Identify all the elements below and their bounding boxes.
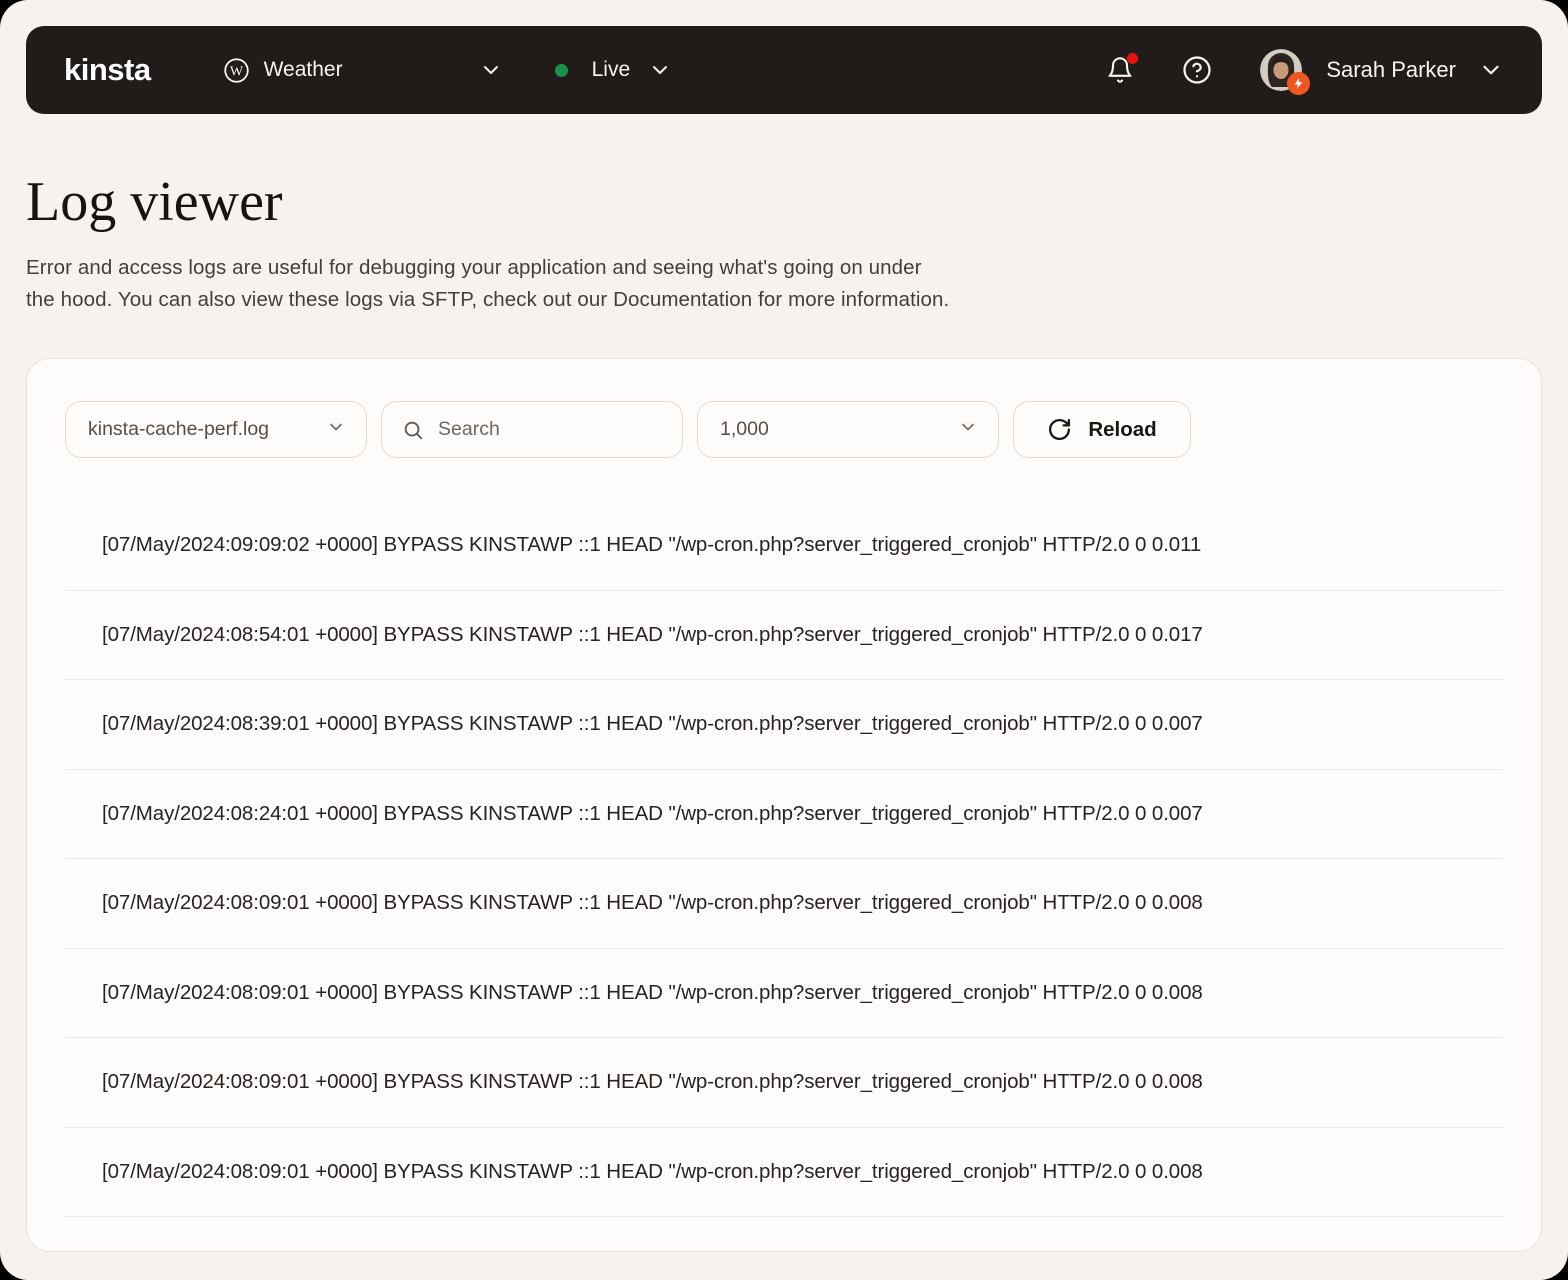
notification-badge-dot (1127, 53, 1138, 64)
page-title: Log viewer (26, 170, 283, 234)
chevron-down-icon (1478, 57, 1504, 83)
top-navbar: kinsta W Weather Live (26, 26, 1542, 114)
page-background: kinsta W Weather Live (0, 0, 1568, 1280)
log-row[interactable]: [07/May/2024:08:54:01 +0000] BYPASS KINS… (65, 591, 1503, 681)
log-list: [07/May/2024:09:09:02 +0000] BYPASS KINS… (65, 501, 1503, 1217)
log-row[interactable]: [07/May/2024:08:09:01 +0000] BYPASS KINS… (65, 1128, 1503, 1218)
search-icon (402, 419, 424, 441)
log-row[interactable]: [07/May/2024:09:09:02 +0000] BYPASS KINS… (65, 501, 1503, 591)
wordpress-icon: W (223, 57, 250, 84)
page-description: Error and access logs are useful for deb… (26, 252, 949, 316)
environment-selector-dropdown[interactable]: Live (555, 58, 673, 82)
log-line: [07/May/2024:08:24:01 +0000] BYPASS KINS… (102, 802, 1203, 826)
log-line: [07/May/2024:09:09:02 +0000] BYPASS KINS… (102, 533, 1201, 557)
chevron-down-icon (326, 417, 346, 443)
search-input[interactable] (438, 418, 664, 441)
log-line: [07/May/2024:08:09:01 +0000] BYPASS KINS… (102, 1160, 1203, 1184)
line-count-select[interactable]: 1,000 (697, 401, 999, 458)
log-line: [07/May/2024:08:09:01 +0000] BYPASS KINS… (102, 981, 1203, 1005)
log-file-select-value: kinsta-cache-perf.log (88, 418, 326, 441)
log-line: [07/May/2024:08:54:01 +0000] BYPASS KINS… (102, 623, 1203, 647)
log-line: [07/May/2024:08:09:01 +0000] BYPASS KINS… (102, 1070, 1203, 1094)
lightning-badge-icon (1287, 72, 1310, 95)
help-icon (1182, 55, 1212, 85)
chevron-down-icon (479, 58, 503, 82)
log-file-select[interactable]: kinsta-cache-perf.log (65, 401, 367, 458)
log-row[interactable]: [07/May/2024:08:39:01 +0000] BYPASS KINS… (65, 680, 1503, 770)
kinsta-logo[interactable]: kinsta (64, 52, 151, 88)
chevron-down-icon (648, 58, 672, 82)
line-count-select-value: 1,000 (720, 418, 958, 441)
site-selector-label: Weather (264, 58, 479, 82)
log-row[interactable]: [07/May/2024:08:09:01 +0000] BYPASS KINS… (65, 1038, 1503, 1128)
log-row[interactable]: [07/May/2024:08:09:01 +0000] BYPASS KINS… (65, 949, 1503, 1039)
log-controls: kinsta-cache-perf.log 1,000 (65, 401, 1503, 458)
site-selector-dropdown[interactable]: W Weather (223, 57, 503, 84)
live-status-dot (555, 64, 568, 77)
page-description-line1: Error and access logs are useful for deb… (26, 256, 922, 279)
svg-text:W: W (229, 63, 243, 79)
avatar (1260, 49, 1302, 91)
chevron-down-icon (958, 417, 978, 443)
page-description-line2: the hood. You can also view these logs v… (26, 288, 949, 311)
user-menu[interactable]: Sarah Parker (1260, 49, 1504, 91)
notifications-button[interactable] (1106, 56, 1134, 84)
log-viewer-card: kinsta-cache-perf.log 1,000 (26, 358, 1542, 1252)
reload-icon (1047, 417, 1072, 442)
log-row[interactable]: [07/May/2024:08:09:01 +0000] BYPASS KINS… (65, 859, 1503, 949)
search-field (381, 401, 683, 458)
user-name: Sarah Parker (1326, 57, 1456, 83)
environment-label: Live (592, 58, 631, 82)
reload-button[interactable]: Reload (1013, 401, 1191, 458)
help-button[interactable] (1182, 55, 1212, 85)
log-line: [07/May/2024:08:39:01 +0000] BYPASS KINS… (102, 712, 1203, 736)
log-line: [07/May/2024:08:09:01 +0000] BYPASS KINS… (102, 891, 1203, 915)
reload-button-label: Reload (1088, 418, 1156, 442)
log-row[interactable]: [07/May/2024:08:24:01 +0000] BYPASS KINS… (65, 770, 1503, 860)
